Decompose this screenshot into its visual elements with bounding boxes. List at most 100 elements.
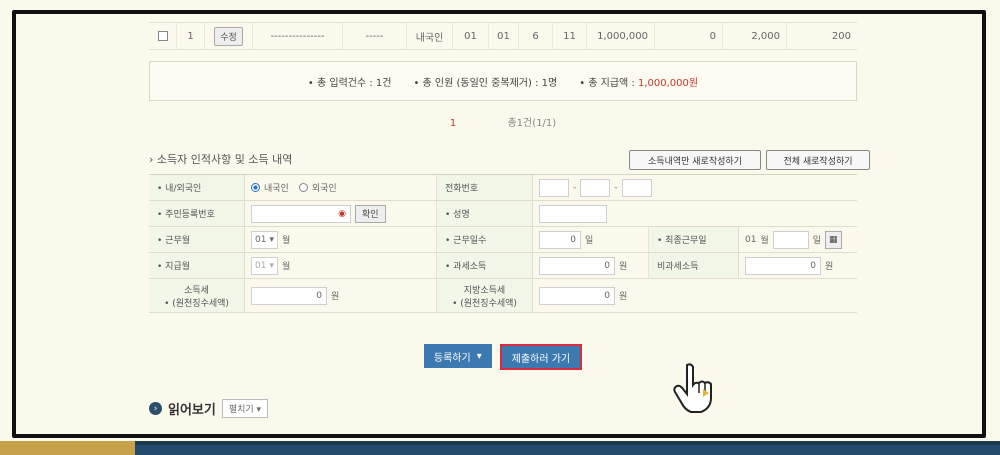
pay-month-label: • 지급월 — [149, 253, 245, 278]
summary-people: • 총 인원 (동일인 중복제거) : 1명 — [413, 77, 558, 89]
pay-month-value: 01 — [255, 260, 267, 271]
register-button[interactable]: 등록하기 ▾ — [423, 344, 492, 368]
row-cell: 수정 — [205, 23, 253, 49]
form-row: • 주민등록번호 ◉ 확인 • 성명 — [149, 201, 857, 227]
bottom-bar-accent — [0, 441, 135, 455]
row-amount: 1,000,000 — [587, 23, 655, 49]
name-input[interactable] — [539, 204, 607, 223]
form-row: • 근무월 01 ▾ 월 • 근무일수 0 일 • 최종근무일 01 월 일 ▦ — [149, 227, 857, 253]
form-row: • 지급월 01 ▾ 월 • 과세소득 0 원 비과세소득 0 원 — [149, 253, 857, 279]
form-row: 소득세 • (원천징수세액) 0 원 지방소득세 • (원천징수세액) 0 원 — [149, 279, 857, 313]
income-form: • 내/외국인 내국인 외국인 전화번호 - - • 주민등록번호 ◉ 확인 •… — [149, 174, 857, 313]
income-tax-field: 0 원 — [245, 279, 437, 312]
phone-part1-input[interactable] — [539, 178, 569, 197]
last-day-label: • 최종근무일 — [649, 227, 739, 252]
won-unit: 원 — [331, 292, 340, 302]
taxable-field: 0 원 — [533, 253, 649, 278]
nontax-input[interactable]: 0 — [745, 256, 821, 275]
foreign-label: 외국인 — [311, 184, 337, 194]
phone-inputs: - - — [533, 175, 857, 200]
row-nontax: 0 — [655, 23, 723, 49]
row-rrn: --------------- — [253, 23, 343, 49]
phone-part3-input[interactable] — [621, 178, 652, 197]
hand-cursor-icon — [673, 363, 712, 413]
won-unit: 원 — [825, 262, 834, 272]
form-actions: 등록하기 ▾ 제출하러 가기 — [149, 344, 857, 370]
row-tax: 2,000 — [723, 23, 787, 49]
work-month-value: 01 — [255, 234, 267, 245]
nontax-field: 0 원 — [739, 253, 857, 278]
phone-label: 전화번호 — [437, 175, 533, 200]
expand-dropdown[interactable]: 펼치기 ▾ — [221, 399, 269, 418]
page-number[interactable]: 1 — [450, 118, 456, 129]
nationality-label: • 내/외국인 — [149, 175, 245, 200]
work-month-select[interactable]: 01 ▾ — [251, 230, 278, 249]
pay-month-select[interactable]: 01 ▾ — [251, 256, 278, 275]
row-month1: 01 — [453, 23, 489, 49]
last-day-input[interactable] — [772, 230, 809, 249]
table-row[interactable]: 1 수정 --------------- ----- 내국인 01 01 6 1… — [149, 22, 857, 50]
name-label: • 성명 — [437, 201, 533, 226]
work-days-input[interactable]: 0 — [539, 230, 581, 249]
screen-frame: 1 수정 --------------- ----- 내국인 01 01 6 1… — [12, 10, 986, 438]
income-only-new-button[interactable]: 소득내역만 새로작성하기 — [629, 150, 761, 170]
income-tax-input[interactable]: 0 — [251, 286, 327, 305]
chevron-down-icon: ▾ — [476, 350, 482, 362]
local-tax-input[interactable]: 0 — [539, 286, 615, 305]
calendar-icon[interactable]: ▦ — [825, 230, 842, 249]
last-day-month: 01 — [745, 234, 757, 245]
day-unit: 일 — [812, 236, 822, 246]
phone-part2-input[interactable] — [580, 178, 611, 197]
bottom-bar — [0, 441, 1000, 455]
income-tax-label-line1: 소득세 — [184, 285, 209, 296]
local-tax-label: 지방소득세 • (원천징수세액) — [437, 279, 533, 312]
expand-label: 펼치기 — [228, 405, 254, 415]
month-unit: 월 — [281, 262, 291, 272]
taxable-label: • 과세소득 — [437, 253, 533, 278]
rrn-label: • 주민등록번호 — [149, 201, 245, 226]
won-unit: 원 — [619, 292, 628, 302]
domestic-radio[interactable] — [251, 183, 260, 192]
submit-button[interactable]: 제출하러 가기 — [499, 344, 583, 370]
all-new-button[interactable]: 전체 새로작성하기 — [766, 150, 870, 170]
local-tax-label-line1: 지방소득세 — [463, 285, 506, 296]
work-month-field: 01 ▾ 월 — [245, 227, 437, 252]
read-more-section: › 읽어보기 펼치기 ▾ — [149, 399, 269, 418]
form-row: • 내/외국인 내국인 외국인 전화번호 - - — [149, 175, 857, 201]
row-local-tax: 200 — [831, 30, 851, 42]
foreign-radio[interactable] — [298, 183, 308, 192]
nationality-radios: 내국인 외국인 — [245, 175, 437, 200]
row-name: ----- — [343, 23, 407, 49]
last-day-field: 01 월 일 ▦ — [739, 227, 857, 252]
row-type: 내국인 — [407, 23, 453, 49]
name-field — [533, 201, 857, 226]
month-unit: 월 — [760, 236, 769, 246]
rrn-input[interactable]: ◉ — [251, 204, 351, 223]
chevron-down-icon: ▾ — [269, 234, 274, 245]
row-checkbox[interactable] — [157, 31, 168, 41]
confirm-button[interactable]: 확인 — [355, 204, 386, 223]
row-index: 1 — [177, 23, 205, 49]
chevron-down-icon: ▾ — [269, 260, 274, 271]
month-unit: 월 — [281, 236, 291, 246]
read-more-title: 읽어보기 — [168, 403, 216, 418]
page-info: 총1건(1/1) — [507, 118, 557, 129]
local-tax-field: 0 원 — [533, 279, 857, 312]
row-days: 6 — [519, 23, 553, 49]
local-tax-label-line2: • (원천징수세액) — [452, 298, 517, 309]
bottom-bar-stripe — [135, 445, 1000, 455]
domestic-label: 내국인 — [264, 184, 289, 194]
arrow-right-icon: › — [149, 402, 162, 415]
summary-pay-label: • 총 지급액 : — [579, 77, 635, 89]
income-tax-label: 소득세 • (원천징수세액) — [149, 279, 245, 312]
register-label: 등록하기 — [433, 352, 471, 364]
taxable-input[interactable]: 0 — [539, 256, 615, 275]
row-cell[interactable] — [149, 23, 177, 49]
edit-button[interactable]: 수정 — [214, 26, 243, 46]
day-unit: 일 — [585, 236, 594, 246]
pay-month-field: 01 ▾ 월 — [245, 253, 437, 278]
won-unit: 원 — [619, 262, 628, 272]
section-title: › 소득자 인적사항 및 소득 내역 — [149, 153, 293, 166]
row-count: 11 — [553, 23, 587, 49]
income-tax-label-line2: • (원천징수세액) — [164, 298, 229, 309]
